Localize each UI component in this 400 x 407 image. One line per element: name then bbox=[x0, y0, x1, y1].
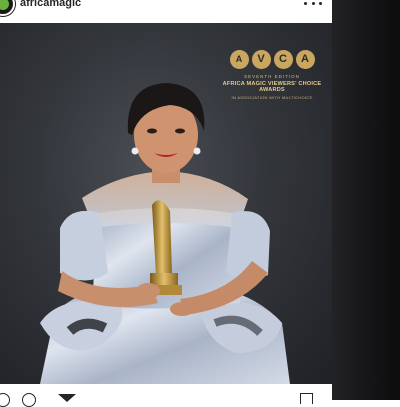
brand-logo-icon bbox=[0, 0, 9, 10]
logo-letter: A bbox=[229, 50, 249, 69]
heart-icon[interactable] bbox=[0, 393, 10, 407]
sleeve-left bbox=[60, 210, 108, 281]
logo-title: AFRICA MAGIC VIEWERS' CHOICE AWARDS bbox=[222, 81, 322, 93]
more-options-icon[interactable] bbox=[304, 0, 322, 9]
bookmark-icon[interactable] bbox=[300, 393, 313, 404]
logo-edition: SEVENTH EDITION bbox=[244, 74, 300, 79]
post-header: africamagic bbox=[0, 0, 332, 22]
logo-letter: A bbox=[295, 50, 315, 69]
logo-letter: C bbox=[273, 50, 293, 69]
instagram-post: africamagic A V C A SEVENTH EDITION AFRI… bbox=[0, 0, 332, 407]
logo-subtitle: IN ASSOCIATION WITH MULTICHOICE bbox=[231, 95, 313, 100]
logo-letter: V bbox=[251, 50, 271, 69]
award-logo: A V C A SEVENTH EDITION AFRICA MAGIC VIE… bbox=[220, 50, 324, 126]
comment-icon[interactable] bbox=[22, 393, 36, 407]
share-icon[interactable] bbox=[58, 394, 76, 402]
post-photo[interactable]: A V C A SEVENTH EDITION AFRICA MAGIC VIE… bbox=[0, 23, 332, 384]
post-actions bbox=[0, 384, 332, 407]
username[interactable]: africamagic bbox=[20, 0, 81, 9]
avatar[interactable] bbox=[0, 0, 15, 16]
logo-badges: A V C A bbox=[220, 50, 324, 69]
side-panel-background bbox=[332, 0, 400, 400]
